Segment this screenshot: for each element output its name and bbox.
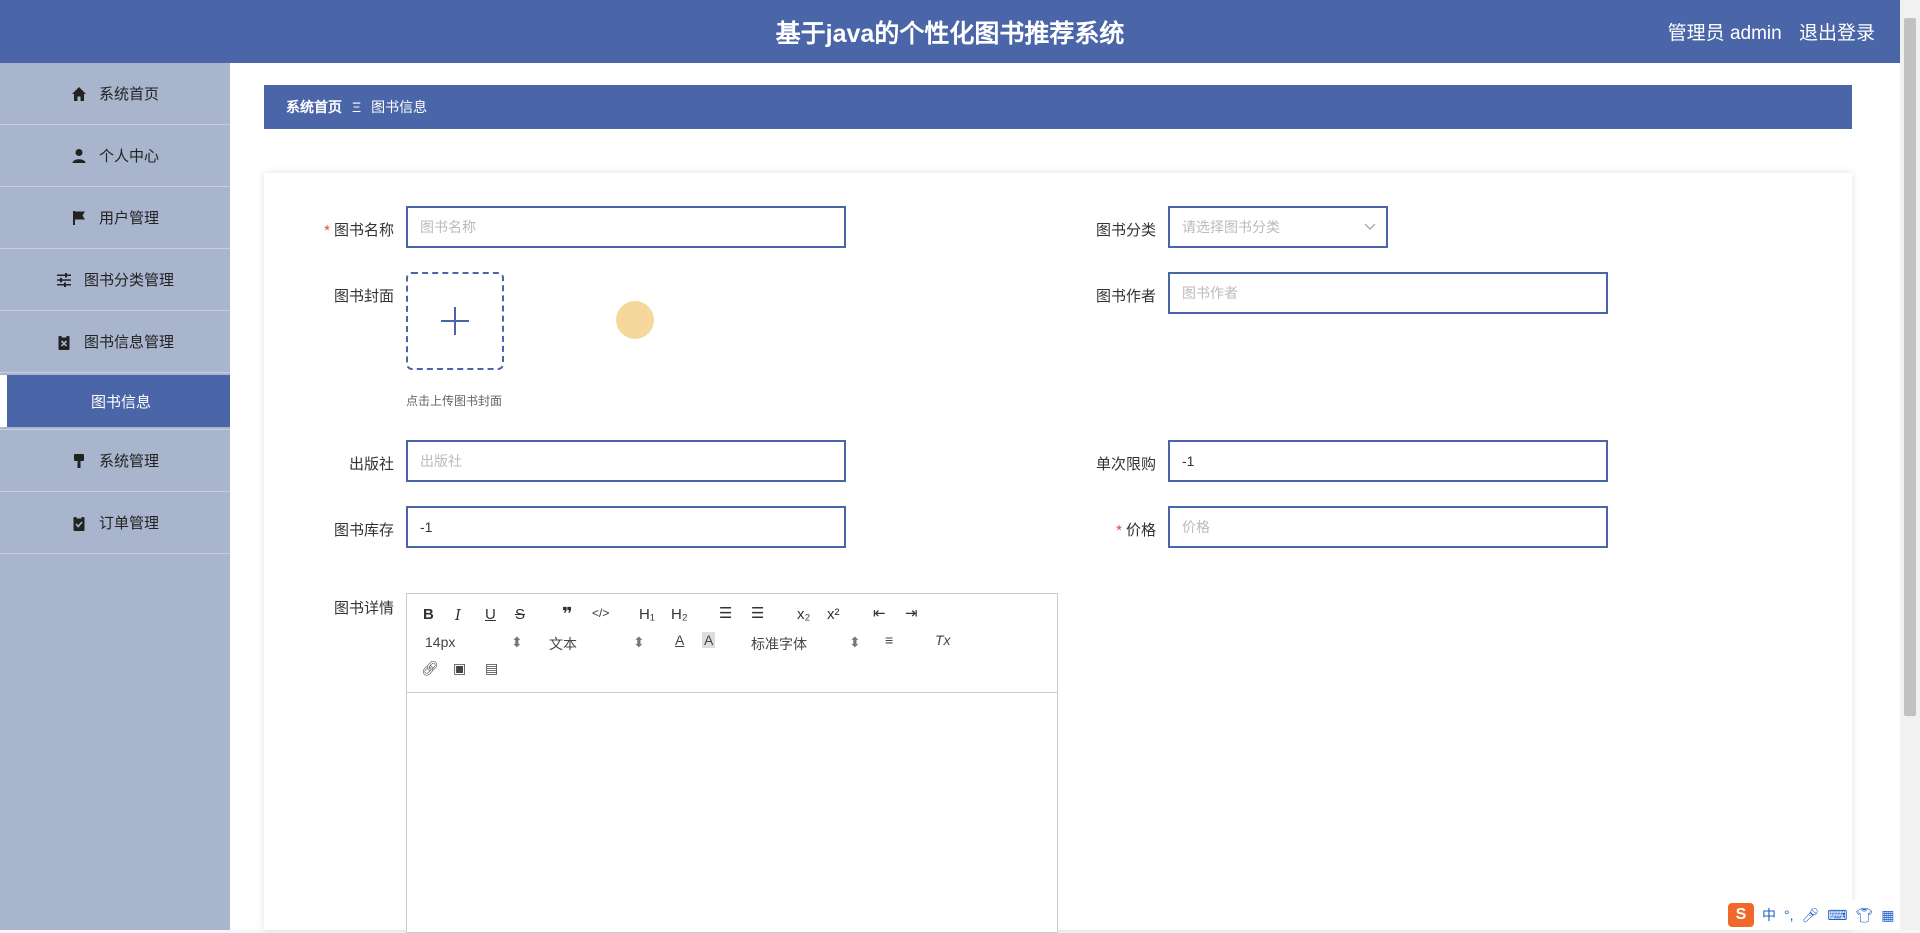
align-icon[interactable]: ≡ <box>885 632 893 648</box>
price-input[interactable]: 价格 <box>1168 506 1608 548</box>
main-content: 系统首页 Ξ 图书信息 * 图书名称 图书名称 图书分类 请选择图书分类 图书封面… <box>230 63 1900 933</box>
indent-icon[interactable]: ⇥ <box>905 604 918 622</box>
italic-icon[interactable]: I <box>455 606 461 624</box>
block-type-chevron-icon: ⬍ <box>633 634 645 650</box>
sidebar-item-profile[interactable]: 个人中心 <box>0 125 230 187</box>
breadcrumb-separator: Ξ <box>352 99 362 115</box>
brush-icon <box>73 453 84 468</box>
flag-icon <box>72 210 85 225</box>
sidebar-item-system[interactable]: 系统管理 <box>0 429 230 492</box>
sidebar-item-orders[interactable]: 订单管理 <box>0 492 230 554</box>
user-icon <box>72 148 86 163</box>
font-size-select[interactable]: 14px <box>425 634 455 650</box>
mouse-cursor-highlight <box>616 301 654 339</box>
sidebar-item-label: 图书信息管理 <box>83 334 174 351</box>
sidebar-item-label: 系统管理 <box>98 453 159 470</box>
sidebar-item-book-info-mgmt[interactable]: 图书信息管理 <box>0 311 230 373</box>
microphone-icon[interactable]: 🎤︎ <box>1802 907 1820 924</box>
sidebar-item-label: 系统首页 <box>98 86 159 103</box>
sidebar-item-users[interactable]: 用户管理 <box>0 187 230 249</box>
top-header: 基于java的个性化图书推荐系统 管理员 admin 退出登录 <box>0 0 1900 63</box>
blockquote-icon[interactable]: ❞ <box>562 604 573 625</box>
heading1-icon[interactable]: H₁ <box>639 606 655 623</box>
stock-input[interactable]: -1 <box>406 506 846 548</box>
chevron-down-icon <box>1364 223 1376 230</box>
form-card: * 图书名称 图书名称 图书分类 请选择图书分类 图书封面 点击上传图书封面 图书… <box>264 173 1852 933</box>
font-family-select[interactable]: 标准字体 <box>751 634 807 654</box>
grid-icon[interactable]: ▦ <box>1881 907 1894 924</box>
ime-toolbar: S 中 °, 🎤︎ ⌨︎ 👕︎ ▦ <box>1722 900 1900 930</box>
video-icon[interactable]: ▤ <box>485 660 498 677</box>
sliders-icon <box>56 272 71 287</box>
sidebar-item-label: 订单管理 <box>98 515 159 532</box>
clear-format-icon[interactable]: Tx <box>935 632 951 648</box>
user-label: 管理员 admin <box>1667 23 1782 44</box>
skin-icon[interactable]: 👕︎ <box>1856 907 1874 924</box>
image-icon[interactable]: ▣ <box>453 660 466 677</box>
editor-content-area[interactable] <box>407 693 1057 933</box>
ordered-list-icon[interactable]: ☰ <box>719 604 732 622</box>
home-icon <box>71 86 86 101</box>
keyboard-icon[interactable]: ⌨︎ <box>1827 907 1847 924</box>
underline-icon[interactable]: U <box>485 606 496 623</box>
breadcrumb: 系统首页 Ξ 图书信息 <box>264 85 1852 129</box>
book-cover-label: 图书封面 <box>333 288 394 305</box>
rich-text-editor: B I U S ❞ </> H₁ H₂ ☰ ☰ x₂ x² ⇤ ⇥ 14px ⬍… <box>406 593 1058 933</box>
block-type-select[interactable]: 文本 <box>549 634 577 654</box>
stock-label: 图书库存 <box>333 522 394 539</box>
ime-language[interactable]: 中 <box>1762 905 1776 925</box>
publisher-input[interactable]: 出版社 <box>406 440 846 482</box>
plus-icon <box>441 307 469 335</box>
price-label: * 价格 <box>1116 522 1156 539</box>
sidebar-item-label: 个人中心 <box>98 148 159 165</box>
book-category-select[interactable]: 请选择图书分类 <box>1168 206 1388 248</box>
sidebar-item-category[interactable]: 图书分类管理 <box>0 249 230 311</box>
outdent-icon[interactable]: ⇤ <box>873 604 886 622</box>
code-icon[interactable]: </> <box>592 606 609 620</box>
breadcrumb-home[interactable]: 系统首页 <box>286 97 342 117</box>
scrollbar-thumb[interactable] <box>1904 18 1916 716</box>
breadcrumb-current: 图书信息 <box>371 99 428 115</box>
sidebar-item-label: 用户管理 <box>98 210 159 227</box>
heading2-icon[interactable]: H₂ <box>671 606 688 623</box>
bullet-list-icon[interactable]: ☰ <box>751 604 764 622</box>
book-detail-label: 图书详情 <box>333 600 394 617</box>
book-name-label: * 图书名称 <box>324 222 394 239</box>
font-size-chevron-icon: ⬍ <box>511 634 523 650</box>
purchase-limit-label: 单次限购 <box>1095 456 1156 473</box>
sidebar-item-label: 图书分类管理 <box>83 272 174 289</box>
book-category-label: 图书分类 <box>1095 222 1156 239</box>
sidebar-item-home[interactable]: 系统首页 <box>0 63 230 125</box>
page-scrollbar[interactable] <box>1900 0 1920 930</box>
subscript-icon[interactable]: x₂ <box>797 606 810 623</box>
punctuation-icon[interactable]: °, <box>1784 907 1794 923</box>
app-title: 基于java的个性化图书推荐系统 <box>775 20 1125 48</box>
clipboard-x-icon <box>58 334 70 350</box>
superscript-icon[interactable]: x² <box>827 606 840 623</box>
clipboard-check-icon <box>73 515 85 531</box>
publisher-label: 出版社 <box>348 456 394 473</box>
background-color-icon[interactable]: A <box>702 632 716 648</box>
strikethrough-icon[interactable]: S <box>515 606 525 623</box>
user-area: 管理员 admin 退出登录 <box>1656 18 1875 45</box>
purchase-limit-input[interactable]: -1 <box>1168 440 1608 482</box>
font-family-chevron-icon: ⬍ <box>849 634 861 650</box>
link-icon[interactable]: 🔗︎ <box>421 660 439 677</box>
sidebar-subitem-book-info[interactable]: 图书信息 <box>0 375 230 427</box>
bold-icon[interactable]: B <box>423 606 434 623</box>
sidebar: 系统首页 个人中心 用户管理 图书分类管理 图书信息管理 图书信息 系统管理 订… <box>0 63 230 930</box>
logout-link[interactable]: 退出登录 <box>1799 23 1875 44</box>
sogou-icon[interactable]: S <box>1728 903 1754 927</box>
book-author-input[interactable]: 图书作者 <box>1168 272 1608 314</box>
cover-upload-hint: 点击上传图书封面 <box>406 394 503 408</box>
font-color-icon[interactable]: A <box>675 632 684 648</box>
editor-toolbar: B I U S ❞ </> H₁ H₂ ☰ ☰ x₂ x² ⇤ ⇥ 14px ⬍… <box>407 594 1057 693</box>
book-author-label: 图书作者 <box>1095 288 1156 305</box>
cover-upload-button[interactable] <box>406 272 504 370</box>
book-name-input[interactable]: 图书名称 <box>406 206 846 248</box>
